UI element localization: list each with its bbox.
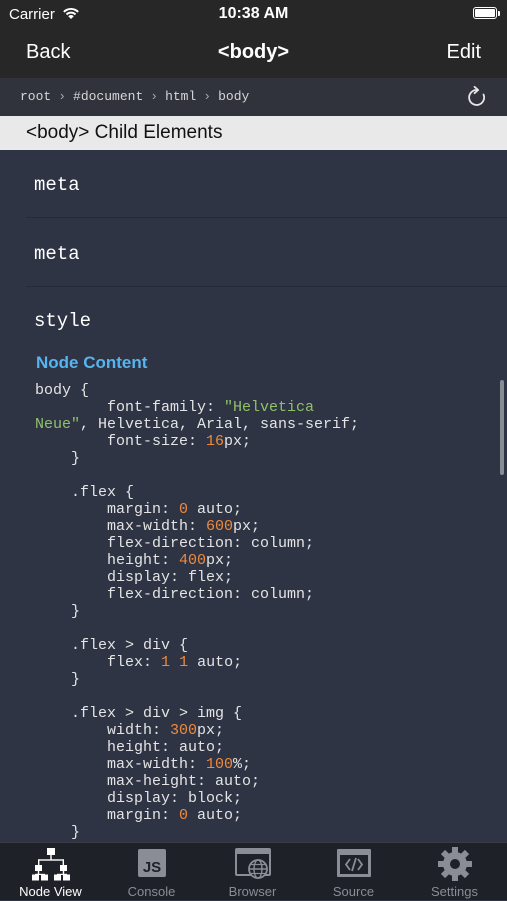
navigation-bar: Back <body> Edit [0, 30, 507, 78]
list-item-label: meta [34, 243, 80, 265]
battery-icon [473, 7, 497, 19]
list-item-label: meta [34, 174, 80, 196]
breadcrumb-separator: › [58, 89, 67, 104]
tab-label: Settings [431, 884, 478, 899]
breadcrumb-item-html[interactable]: html [165, 89, 196, 104]
page-title: <body> [217, 41, 290, 63]
tab-node-view[interactable]: Node View [0, 843, 101, 901]
hierarchy-icon [32, 847, 70, 881]
tab-source[interactable]: Source [303, 843, 404, 901]
tab-bar: Node View JS Console Browser Source Sett… [0, 842, 507, 900]
section-header: <body> Child Elements [0, 116, 507, 150]
tab-label: Source [332, 884, 375, 899]
status-bar: Carrier 10:38 AM [0, 0, 507, 30]
tab-settings[interactable]: Settings [404, 843, 505, 901]
browser-globe-icon [234, 847, 272, 881]
list-item-meta[interactable]: meta [26, 219, 507, 287]
breadcrumb-item-root[interactable]: root [20, 89, 51, 104]
node-content-label: Node Content [36, 353, 148, 372]
battery-cap [498, 11, 500, 16]
section-header-title: <body> Child Elements [26, 122, 223, 143]
breadcrumb-item-body[interactable]: body [218, 89, 249, 104]
source-code-icon [335, 847, 373, 881]
node-content-code: body { font-family: "Helvetica Neue", He… [35, 382, 360, 841]
breadcrumb-separator: › [203, 89, 212, 104]
breadcrumb-bar: root › #document › html › body [0, 78, 507, 116]
list-item-meta[interactable]: meta [26, 150, 507, 218]
breadcrumb-separator: › [150, 89, 159, 104]
js-console-icon: JS [133, 847, 171, 881]
list-item-style[interactable]: style [34, 310, 91, 332]
edit-button[interactable]: Edit [447, 41, 481, 64]
tab-label: Browser [228, 884, 277, 899]
tab-label: Node View [19, 884, 82, 899]
tab-label: Console [127, 884, 176, 899]
gear-icon [436, 847, 474, 881]
tab-console[interactable]: JS Console [101, 843, 202, 901]
breadcrumb-item-document[interactable]: #document [73, 89, 143, 104]
scrollbar[interactable] [500, 380, 504, 475]
breadcrumb: root › #document › html › body [20, 89, 249, 104]
svg-text:JS: JS [143, 859, 161, 876]
refresh-icon[interactable] [465, 85, 489, 109]
tab-browser[interactable]: Browser [202, 843, 303, 901]
clock: 10:38 AM [218, 5, 289, 22]
